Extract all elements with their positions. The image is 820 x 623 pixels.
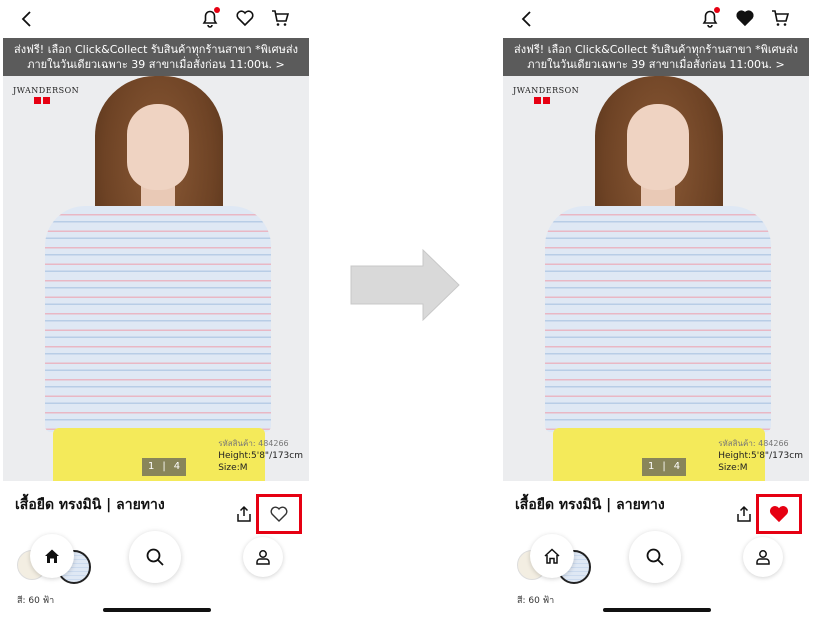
brand-logo: JWANDERSON bbox=[513, 86, 580, 95]
transition-arrow-icon bbox=[350, 249, 460, 321]
product-code: รหัสสินค้า: 484266 bbox=[218, 439, 289, 448]
search-icon bbox=[646, 548, 664, 566]
model-height: Height:5'8"/173cm bbox=[218, 451, 303, 461]
product-image[interactable]: JWANDERSON รหัสสินค้า: 484266 Height:5'8… bbox=[503, 76, 809, 481]
home-outline-icon bbox=[544, 548, 560, 564]
top-bar bbox=[3, 0, 309, 38]
product-title: เสื้อยืด ทรงมินิ | ลายทาง bbox=[515, 497, 665, 513]
notification-badge bbox=[714, 7, 720, 13]
home-indicator[interactable] bbox=[103, 608, 211, 612]
uniqlo-logo bbox=[534, 97, 550, 104]
screen-after: ส่งฟรี! เลือก Click&Collect รับสินค้าทุก… bbox=[503, 0, 809, 623]
nav-account-button[interactable] bbox=[243, 537, 283, 577]
model-info: รหัสสินค้า: 484266 Height:5'8"/173cm Siz… bbox=[718, 438, 803, 474]
brand-logo: JWANDERSON bbox=[13, 86, 80, 95]
color-label: สี: 60 ฟ้า bbox=[517, 596, 555, 606]
model-info: รหัสสินค้า: 484266 Height:5'8"/173cm Siz… bbox=[218, 438, 303, 474]
notification-button[interactable] bbox=[199, 7, 221, 29]
share-icon[interactable] bbox=[235, 505, 253, 523]
model-size: Size:M bbox=[218, 463, 248, 473]
image-index: 1 bbox=[648, 461, 655, 472]
nav-account-button[interactable] bbox=[743, 537, 783, 577]
user-icon bbox=[256, 550, 270, 565]
heart-outline-icon bbox=[270, 506, 288, 522]
nav-search-button[interactable] bbox=[129, 531, 181, 583]
uniqlo-logo bbox=[34, 97, 50, 104]
favorite-button[interactable] bbox=[756, 494, 802, 534]
chevron-left-icon[interactable] bbox=[17, 8, 39, 30]
model-height: Height:5'8"/173cm bbox=[718, 451, 803, 461]
cart-icon[interactable] bbox=[269, 7, 291, 29]
heart-filled-icon bbox=[769, 506, 789, 523]
user-icon bbox=[756, 550, 770, 565]
chevron-left-icon[interactable] bbox=[517, 8, 539, 30]
product-code: รหัสสินค้า: 484266 bbox=[718, 439, 789, 448]
image-counter: 1 | 4 bbox=[642, 458, 687, 476]
nav-search-button[interactable] bbox=[629, 531, 681, 583]
home-indicator[interactable] bbox=[603, 608, 711, 612]
notification-badge bbox=[214, 7, 220, 13]
product-title: เสื้อยืด ทรงมินิ | ลายทาง bbox=[15, 497, 165, 513]
image-total: 4 bbox=[173, 461, 181, 472]
heart-icon[interactable] bbox=[234, 7, 256, 29]
cart-icon[interactable] bbox=[769, 7, 791, 29]
promo-banner[interactable]: ส่งฟรี! เลือก Click&Collect รับสินค้าทุก… bbox=[3, 38, 309, 76]
heart-filled-icon[interactable] bbox=[734, 7, 756, 29]
search-icon bbox=[146, 548, 164, 566]
image-index: 1 bbox=[148, 461, 155, 472]
promo-banner[interactable]: ส่งฟรี! เลือก Click&Collect รับสินค้าทุก… bbox=[503, 38, 809, 76]
top-bar bbox=[503, 0, 809, 38]
home-icon bbox=[45, 549, 59, 563]
color-label: สี: 60 ฟ้า bbox=[17, 596, 55, 606]
nav-home-button[interactable] bbox=[30, 534, 74, 578]
product-image[interactable]: JWANDERSON รหัสสินค้า: 484266 Height:5'8… bbox=[3, 76, 309, 481]
model-size: Size:M bbox=[718, 463, 748, 473]
share-icon[interactable] bbox=[735, 505, 753, 523]
favorite-button[interactable] bbox=[256, 494, 302, 534]
nav-home-button[interactable] bbox=[530, 534, 574, 578]
image-counter: 1 | 4 bbox=[142, 458, 187, 476]
screen-before: ส่งฟรี! เลือก Click&Collect รับสินค้าทุก… bbox=[3, 0, 309, 623]
image-total: 4 bbox=[673, 461, 681, 472]
notification-button[interactable] bbox=[699, 7, 721, 29]
